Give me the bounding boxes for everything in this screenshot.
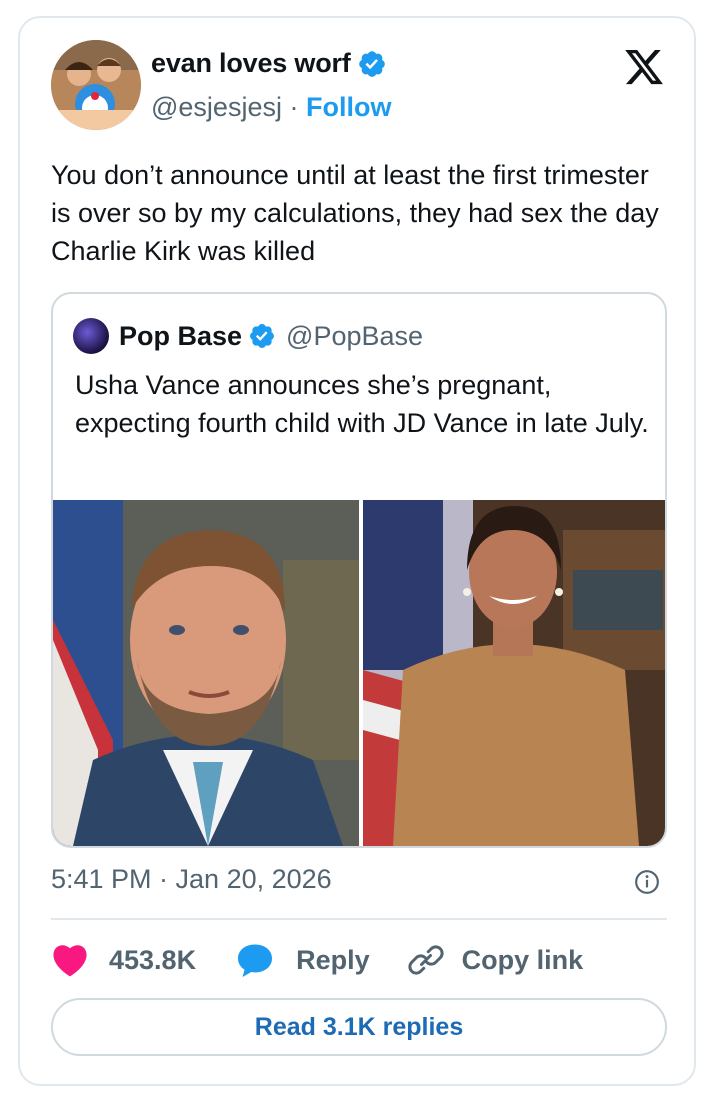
follow-button[interactable]: Follow	[306, 92, 391, 122]
portrait-man-icon	[53, 500, 359, 846]
quoted-text: Usha Vance announces she’s pregnant, exp…	[75, 370, 649, 438]
verified-badge-icon	[358, 50, 385, 77]
tweet-card: evan loves worf @esjesjesj · Follow You …	[18, 16, 696, 1086]
author-avatar[interactable]	[51, 40, 141, 130]
action-bar: 453.8K Reply Copy link	[51, 940, 583, 980]
tweet-timestamp[interactable]: 5:41 PM · Jan 20, 2026	[51, 864, 332, 895]
media-image-left[interactable]	[53, 500, 359, 846]
tweet-text: You don’t announce until at least the fi…	[51, 160, 659, 266]
quoted-media	[53, 500, 665, 846]
quoted-header: Pop Base @PopBase	[73, 318, 423, 354]
author-handle[interactable]: @esjesjesj	[151, 92, 282, 122]
avatar-photo-icon	[51, 40, 141, 130]
heart-icon	[53, 945, 87, 977]
verified-badge-icon	[250, 324, 275, 348]
read-replies-button[interactable]: Read 3.1K replies	[51, 998, 667, 1056]
reply-button[interactable]: Reply	[236, 943, 370, 977]
quoted-display-name[interactable]: Pop Base	[119, 321, 242, 352]
like-button[interactable]: 453.8K	[51, 943, 196, 977]
copy-link-label: Copy link	[461, 944, 584, 975]
reply-label: Reply	[296, 944, 370, 975]
x-logo-icon[interactable]	[622, 46, 666, 88]
quoted-handle[interactable]: @PopBase	[286, 321, 423, 352]
link-icon	[408, 945, 444, 975]
author-display-name[interactable]: evan loves worf	[151, 48, 351, 79]
like-count: 453.8K	[109, 944, 197, 975]
speech-bubble-icon	[238, 944, 273, 977]
copy-link-button[interactable]: Copy link	[408, 942, 584, 978]
quoted-avatar[interactable]	[73, 318, 109, 354]
quoted-tweet[interactable]: Pop Base @PopBase Usha Vance announces s…	[51, 292, 667, 848]
author-name-row: evan loves worf	[151, 48, 387, 79]
divider	[51, 918, 667, 920]
author-handle-row: @esjesjesj · Follow	[151, 92, 391, 123]
media-image-right[interactable]	[363, 500, 665, 846]
portrait-woman-icon	[363, 500, 665, 846]
info-icon[interactable]	[634, 869, 660, 895]
separator-dot: ·	[289, 92, 306, 122]
